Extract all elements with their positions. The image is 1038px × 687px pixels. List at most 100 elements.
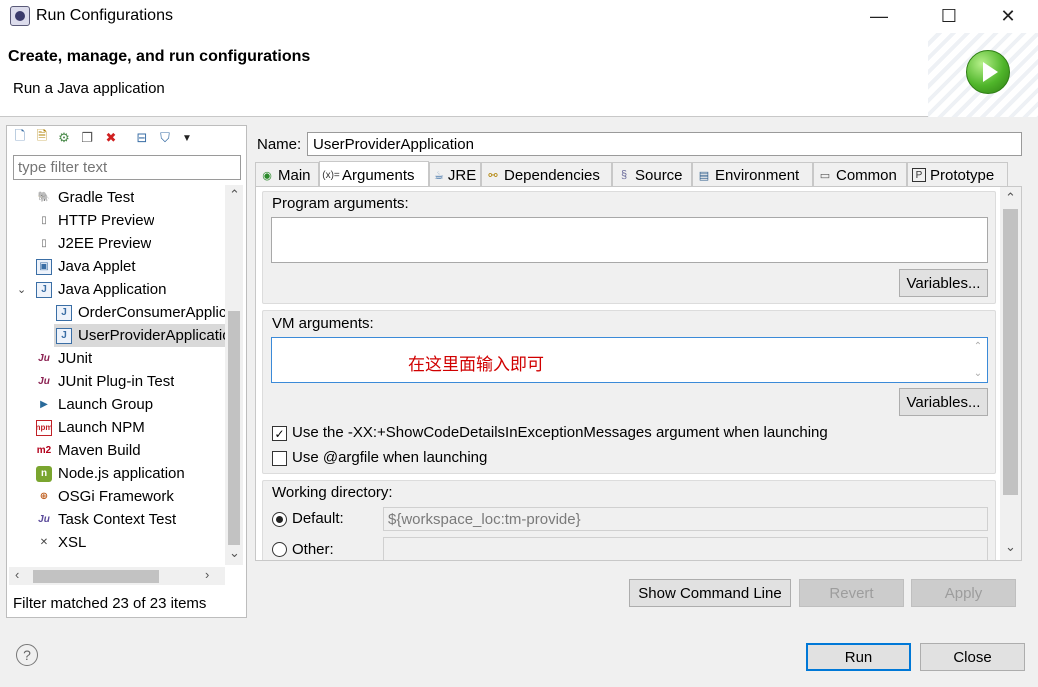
junit-icon: Ju [38,353,50,364]
common-tab-icon: ▭ [819,169,831,182]
java-app-icon: J [56,327,72,344]
run-green-icon [966,50,1010,94]
other-radio[interactable] [272,542,287,557]
tree-item-gradle-test[interactable]: 🐘 Gradle Test [7,186,226,209]
minimize-button[interactable]: — [856,0,902,33]
scroll-thumb[interactable] [33,570,159,583]
tree-vertical-scrollbar[interactable]: ⌃ ⌄ [225,185,243,565]
main-tab-icon: ◉ [262,169,272,182]
scroll-thumb[interactable] [228,311,240,545]
java-app-icon: J [36,281,52,298]
j2ee-icon: ▯ [41,238,47,249]
program-arguments-group: Program arguments: Variables... [262,191,996,304]
environment-tab-icon: ▤ [698,169,710,182]
window-title: Run Configurations [36,7,173,24]
maximize-button[interactable]: ☐ [926,0,972,33]
nodejs-icon: n [36,465,52,482]
tree-item-task-context[interactable]: Ju Task Context Test [7,508,226,531]
textarea-scrollbar[interactable]: ⌃ ⌄ [972,341,984,379]
scroll-right-icon[interactable]: › [205,567,209,582]
eclipse-app-icon [10,6,30,26]
tree-item-order-consumer[interactable]: JOrderConsumerApplication [7,301,226,324]
tab-prototype[interactable]: P Prototype [907,162,1008,187]
filter-input[interactable] [13,155,241,180]
tree-item-java-application[interactable]: ⌄ J Java Application [7,278,226,301]
use-argfile-label: Use @argfile when launching [292,449,488,466]
header-banner: Create, manage, and run configurations R… [0,33,1038,117]
other-label: Other: [292,541,334,558]
scroll-down-icon[interactable]: ⌄ [229,545,240,561]
vm-arguments-field[interactable]: 在这里面输入即可 ⌃ ⌄ [271,337,988,383]
tree-item-j2ee-preview[interactable]: ▯ J2EE Preview [7,232,226,255]
scroll-up-icon[interactable]: ⌃ [1005,190,1016,206]
use-argfile-checkbox[interactable] [272,451,287,466]
task-context-icon: Ju [38,514,50,525]
tab-content-scrollbar[interactable]: ⌃ ⌄ [1000,187,1021,560]
tree-item-launch-group[interactable]: ▶ Launch Group [7,393,226,416]
new-prototype-icon[interactable]: 🗎 [34,128,50,146]
gradle-icon: 🐘 [37,192,51,203]
show-command-line-button[interactable]: Show Command Line [629,579,791,607]
tab-source[interactable]: § Source [612,162,692,187]
vm-variables-button[interactable]: Variables... [899,388,988,416]
maven-icon: m2 [36,445,52,456]
scroll-up-icon[interactable]: ⌃ [229,187,240,203]
launch-group-icon: ▶ [40,399,48,410]
working-directory-group: Working directory: Default: ${workspace_… [262,480,996,560]
default-directory-field: ${workspace_loc:tm-provide} [383,507,988,531]
name-field[interactable] [307,132,1022,156]
tab-common[interactable]: ▭ Common [813,162,907,187]
arguments-tab-content: Program arguments: Variables... VM argum… [255,186,1022,561]
scroll-thumb[interactable] [1003,209,1018,495]
applet-icon: ▣ [36,258,52,275]
close-button[interactable]: Close [920,643,1025,671]
vm-arguments-label: VM arguments: [272,315,374,332]
tab-jre[interactable]: ☕ JRE [429,162,481,187]
tab-dependencies[interactable]: ⚯ Dependencies [481,162,612,187]
view-menu-icon[interactable]: ▼ [179,130,195,146]
tree-horizontal-scrollbar[interactable]: ‹ › [9,567,225,585]
tree-item-junit[interactable]: Ju JUnit [7,347,226,370]
http-icon: ▯ [41,215,47,226]
new-config-icon[interactable]: 🗋 [12,128,28,146]
run-button[interactable]: Run [806,643,911,671]
default-radio[interactable] [272,512,287,527]
vm-arguments-group: VM arguments: 在这里面输入即可 ⌃ ⌄ Variables... ✓… [262,310,996,474]
other-directory-field[interactable] [383,537,988,560]
tree-item-xsl[interactable]: ✕ XSL [7,531,226,554]
tab-arguments[interactable]: (x)= Arguments [319,161,429,188]
show-code-details-checkbox[interactable]: ✓ [272,426,287,441]
tree-item-java-applet[interactable]: ▣ Java Applet [7,255,226,278]
tree-item-maven-build[interactable]: m2 Maven Build [7,439,226,462]
title-bar: Run Configurations — ☐ ✕ [0,0,1038,33]
tree-item-user-provider[interactable]: J UserProviderApplication [54,324,226,347]
program-arguments-field[interactable] [271,217,988,263]
arguments-tab-icon: (x)= [322,169,340,181]
collapse-all-icon[interactable]: ⊟ [134,130,150,146]
prototype-tab-icon: P [912,168,926,182]
tab-environment[interactable]: ▤ Environment [692,162,813,187]
tree-item-junit-plugin[interactable]: Ju JUnit Plug-in Test [7,370,226,393]
tree-item-nodejs[interactable]: n Node.js application [7,462,226,485]
close-window-button[interactable]: ✕ [985,0,1031,33]
revert-button[interactable]: Revert [799,579,904,607]
filter-icon[interactable]: ⛉ [157,130,173,146]
scroll-left-icon[interactable]: ‹ [15,567,19,582]
java-app-icon: J [56,304,72,321]
scroll-down-icon[interactable]: ⌄ [1005,539,1016,555]
program-variables-button[interactable]: Variables... [899,269,988,297]
apply-button[interactable]: Apply [911,579,1016,607]
export-icon[interactable]: ⚙ [56,130,72,146]
tree-item-http-preview[interactable]: ▯ HTTP Preview [7,209,226,232]
help-icon[interactable]: ? [16,644,38,666]
tree-item-launch-npm[interactable]: npm Launch NPM [7,416,226,439]
tree-item-osgi[interactable]: ⊕ OSGi Framework [7,485,226,508]
junit-plugin-icon: Ju [38,376,50,387]
tab-main[interactable]: ◉ Main [255,162,319,187]
delete-icon[interactable]: ✖ [103,130,119,146]
expand-chevron-icon[interactable]: ⌄ [17,283,36,296]
duplicate-icon[interactable]: ❐ [79,130,95,146]
show-code-details-label: Use the -XX:+ShowCodeDetailsInExceptionM… [292,424,828,441]
xsl-icon: ✕ [39,537,49,548]
filter-status: Filter matched 23 of 23 items [13,595,207,612]
